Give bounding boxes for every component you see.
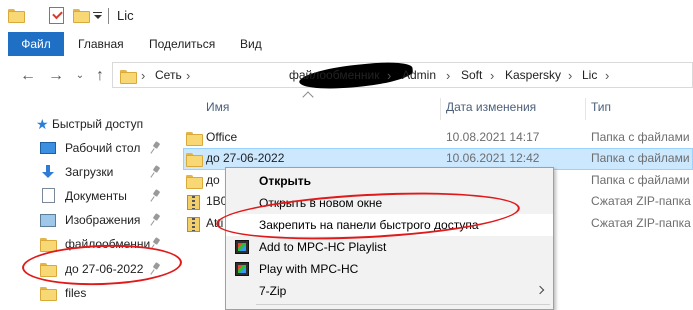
window-title: Lic [117, 8, 134, 23]
column-header-name[interactable]: Имя [206, 100, 229, 114]
breadcrumb-network[interactable]: Сеть [155, 68, 182, 82]
pin-icon [151, 190, 161, 202]
chevron-right-icon[interactable]: › [387, 68, 391, 83]
ribbon-tabs: Файл Главная Поделиться Вид [0, 32, 693, 56]
properties-icon[interactable] [49, 7, 64, 24]
file-type: Папка с файлами [591, 130, 690, 144]
file-name: до 27-06-2022 [206, 151, 285, 165]
menu-item-label: Закрепить на панели быстрого доступа [259, 218, 479, 232]
file-name: Atti [206, 216, 224, 230]
zip-icon [187, 217, 200, 232]
file-date: 10.06.2021 12:42 [446, 151, 540, 165]
pin-icon [151, 142, 161, 154]
mpc-hc-icon [235, 262, 249, 276]
column-divider[interactable] [440, 98, 441, 120]
sidebar-item-label: Рабочий стол [65, 141, 141, 155]
breadcrumb-lic[interactable]: Lic [582, 68, 597, 82]
zip-icon [187, 195, 200, 210]
folder-icon [40, 238, 57, 252]
navigation-bar: ← → ⌄ ↑ › Сеть › файлообменник › Admin ›… [0, 58, 693, 94]
breadcrumb-kaspersky[interactable]: Kaspersky [505, 68, 561, 82]
menu-item-open-new-window[interactable]: Открыть в новом окне [226, 192, 553, 214]
menu-item-label: Открыть в новом окне [259, 196, 383, 210]
chevron-right-icon[interactable]: › [446, 68, 450, 83]
desktop-icon [40, 142, 56, 154]
column-divider[interactable] [585, 98, 586, 120]
menu-item-label: Play with MPC-HC [259, 262, 359, 276]
list-item[interactable]: Office 10.08.2021 14:17 Папка с файлами [183, 127, 693, 149]
menu-item-add-mpc-playlist[interactable]: Add to MPC-HC Playlist [226, 236, 553, 258]
menu-item-label: Открыть [259, 174, 312, 188]
file-type: Сжатая ZIP-папка [591, 216, 691, 230]
file-name: до [206, 173, 220, 187]
documents-icon [42, 188, 55, 203]
chevron-right-icon[interactable]: › [186, 68, 190, 83]
breadcrumb-fileshare[interactable]: файлообменник [289, 68, 379, 82]
pin-icon [151, 263, 161, 275]
title-bar: Lic [0, 0, 693, 32]
sidebar-item-label: Изображения [65, 213, 141, 227]
folder-icon [40, 287, 57, 301]
address-bar[interactable]: › Сеть › файлообменник › Admin › Soft › … [112, 59, 693, 93]
folder-icon [40, 263, 57, 277]
mpc-hc-icon [235, 240, 249, 254]
column-header-date[interactable]: Дата изменения [446, 100, 536, 114]
chevron-right-icon [535, 285, 545, 295]
file-date: 10.08.2021 14:17 [446, 130, 540, 144]
up-arrow-icon[interactable]: ↑ [90, 66, 110, 86]
sidebar-item-label: Быстрый доступ [52, 117, 144, 131]
new-folder-icon[interactable] [73, 9, 90, 23]
sidebar-item-label: Загрузки [65, 165, 114, 179]
breadcrumb-soft[interactable]: Soft [461, 68, 482, 82]
sort-ascending-icon [304, 93, 313, 99]
chevron-right-icon[interactable]: › [141, 68, 145, 83]
star-icon: ★ [36, 116, 49, 132]
menu-item-label: 7-Zip [259, 284, 287, 298]
menu-item-pin-quick-access[interactable]: Закрепить на панели быстрого доступа [226, 214, 553, 236]
pin-icon [151, 238, 161, 250]
downloads-icon [40, 165, 56, 179]
recent-locations-chevron-icon[interactable]: ⌄ [70, 66, 90, 86]
breadcrumb-admin[interactable]: Admin [402, 68, 436, 82]
menu-item-play-mpc[interactable]: Play with MPC-HC [226, 258, 553, 280]
file-type: Папка с файлами [591, 173, 690, 187]
file-type: Сжатая ZIP-папка [591, 194, 691, 208]
chevron-right-icon[interactable]: › [568, 68, 572, 83]
tab-file[interactable]: Файл [8, 32, 64, 56]
folder-icon [186, 153, 203, 167]
tab-share[interactable]: Поделиться [149, 32, 215, 56]
chevron-right-icon[interactable]: › [490, 68, 494, 83]
tab-view[interactable]: Вид [240, 32, 262, 56]
folder-icon [8, 9, 25, 23]
forward-arrow-icon[interactable]: → [46, 66, 66, 86]
menu-divider [256, 304, 550, 305]
menu-item-label: Add to MPC-HC Playlist [259, 240, 387, 254]
pin-icon [151, 214, 161, 226]
sidebar-item-label: files [65, 286, 87, 300]
pictures-icon [40, 214, 56, 227]
folder-icon [186, 175, 203, 189]
divider [108, 8, 109, 24]
tab-home[interactable]: Главная [78, 32, 124, 56]
back-arrow-icon[interactable]: ← [18, 66, 38, 86]
sidebar-item-label: Документы [65, 189, 127, 203]
chevron-right-icon[interactable]: › [605, 68, 609, 83]
column-header-type[interactable]: Тип [591, 100, 611, 114]
sidebar-item-label: до 27-06-2022 [65, 262, 144, 276]
folder-icon [186, 132, 203, 146]
customize-toolbar-chevron-icon[interactable] [93, 12, 102, 20]
pin-icon [151, 166, 161, 178]
menu-item-open[interactable]: Открыть [226, 170, 553, 192]
folder-icon [120, 70, 137, 84]
context-menu: Открыть Открыть в новом окне Закрепить н… [225, 167, 554, 310]
file-name: Office [206, 130, 238, 144]
sidebar-item-label: файлообменни [65, 237, 151, 251]
file-type: Папка с файлами [591, 151, 690, 165]
menu-item-7zip[interactable]: 7-Zip [226, 280, 553, 302]
